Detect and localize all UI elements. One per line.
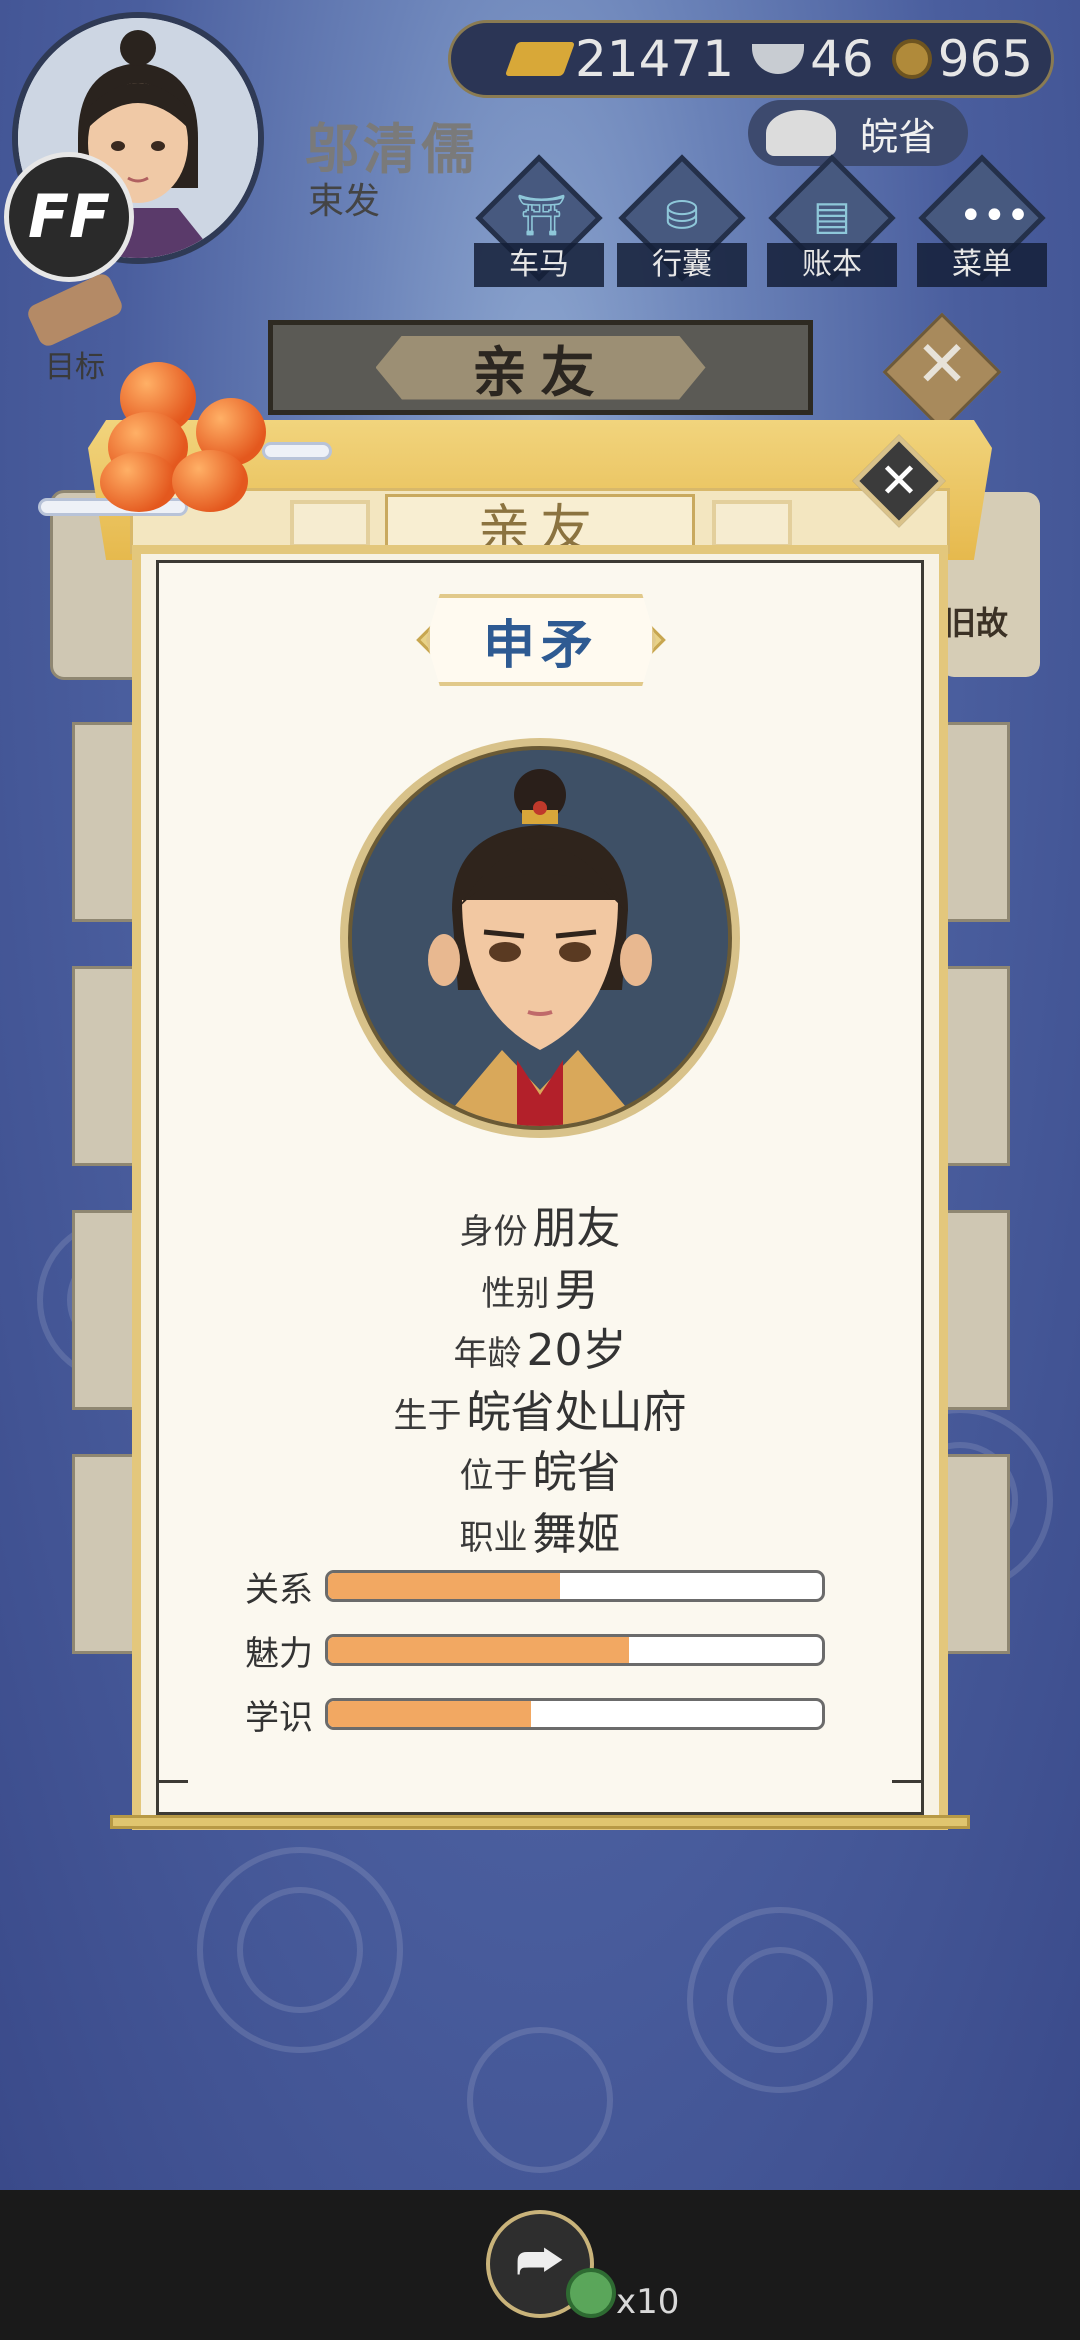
stat-label: 学识 — [245, 1697, 313, 1738]
close-icon: ✕ — [915, 328, 969, 402]
info-key: 年龄 — [453, 1334, 522, 1374]
frame-corner — [892, 1780, 924, 1812]
banner-decoration — [712, 500, 792, 548]
info-row-location: 位于 皖省 — [156, 1436, 924, 1500]
dialog-base — [110, 1815, 970, 1829]
share-icon[interactable]: ⮫ — [510, 2232, 570, 2292]
carriage-icon: ⛩ — [516, 193, 567, 239]
info-row-gender: 性别 男 — [156, 1254, 924, 1318]
silver-ingot-icon — [752, 44, 805, 74]
nav-carriage[interactable]: ⛩ 车马 — [474, 154, 604, 287]
stat-track — [325, 1698, 825, 1730]
stat-charm: 魅力 — [245, 1632, 825, 1674]
close-icon[interactable]: ✕ — [868, 450, 930, 512]
info-value: 皖省 — [532, 1447, 621, 1498]
nav-ledger[interactable]: ▤ 账本 — [767, 154, 897, 287]
background-list-card — [940, 1210, 1010, 1410]
info-key: 身份 — [459, 1212, 528, 1252]
stat-relationship: 关系 — [245, 1568, 825, 1610]
ff-badge[interactable]: FF — [4, 152, 134, 282]
banner-decoration — [290, 500, 370, 548]
info-row-identity: 身份 朋友 — [156, 1192, 924, 1256]
nav-label: 菜单 — [917, 243, 1047, 287]
info-key: 位于 — [459, 1456, 528, 1496]
gold-amount: 21471 — [575, 30, 735, 88]
background-page-title: 亲友 — [268, 320, 813, 415]
coin-currency: 965 — [891, 30, 1034, 88]
goal-label: 目标 — [45, 350, 105, 385]
info-row-age: 年龄 20岁 — [156, 1314, 924, 1378]
jade-token-icon — [566, 2268, 616, 2318]
character-name: 申矛 — [426, 594, 656, 686]
persimmon-decoration — [172, 450, 248, 512]
info-row-occupation: 职业 舞姬 — [156, 1498, 924, 1562]
nav-bag[interactable]: ⛁ 行囊 — [617, 154, 747, 287]
info-value: 朋友 — [532, 1203, 621, 1254]
bag-icon: ⛁ — [665, 193, 699, 239]
info-row-birthplace: 生于 皖省处山府 — [156, 1376, 924, 1440]
coin-amount: 965 — [937, 30, 1034, 88]
nav-menu[interactable]: ••• 菜单 — [917, 154, 1047, 287]
background-tab-label: 旧故 — [944, 604, 1009, 642]
stat-track — [325, 1634, 825, 1666]
persimmon-decoration — [100, 452, 178, 512]
stat-fill — [328, 1637, 630, 1663]
stat-track — [325, 1570, 825, 1602]
background-list-card — [940, 1454, 1010, 1654]
stat-fill — [328, 1573, 561, 1599]
province-label: 皖省 — [859, 114, 936, 159]
info-key: 性别 — [481, 1274, 550, 1314]
stat-label: 关系 — [245, 1569, 313, 1610]
stat-knowledge: 学识 — [245, 1696, 825, 1738]
info-value: 男 — [554, 1265, 599, 1316]
gold-currency: 21471 — [504, 30, 735, 88]
menu-dots-icon: ••• — [959, 193, 1030, 239]
info-value: 皖省处山府 — [466, 1387, 687, 1438]
goal-button[interactable]: 目标 — [20, 271, 130, 386]
info-value: 20岁 — [526, 1325, 627, 1376]
copper-coin-icon — [891, 39, 932, 79]
player-hair-label: 束发 — [308, 181, 381, 222]
info-key: 职业 — [459, 1518, 528, 1558]
background-list-card — [940, 966, 1010, 1166]
stat-fill — [328, 1701, 531, 1727]
stat-label: 魅力 — [245, 1633, 313, 1674]
info-key: 生于 — [393, 1396, 462, 1436]
hat-icon — [766, 110, 836, 156]
currency-bar: 21471 46 965 — [448, 20, 1054, 98]
character-portrait — [340, 738, 740, 1138]
gold-ingot-icon — [504, 42, 576, 76]
share-reward-count: x10 — [616, 2282, 680, 2322]
nav-label: 行囊 — [617, 243, 747, 287]
nav-label: 车马 — [474, 243, 604, 287]
portrait-frame — [348, 746, 732, 1130]
ledger-icon: ▤ — [813, 193, 851, 239]
silver-currency: 46 — [752, 30, 874, 88]
nav-label: 账本 — [767, 243, 897, 287]
silver-amount: 46 — [810, 30, 874, 88]
background-list-card — [940, 722, 1010, 922]
province-button[interactable]: 皖省 — [748, 100, 968, 166]
frame-corner — [156, 1780, 188, 1812]
ribbon-decoration — [262, 442, 332, 460]
info-value: 舞姬 — [532, 1509, 621, 1560]
background-title-text: 亲友 — [375, 335, 706, 400]
